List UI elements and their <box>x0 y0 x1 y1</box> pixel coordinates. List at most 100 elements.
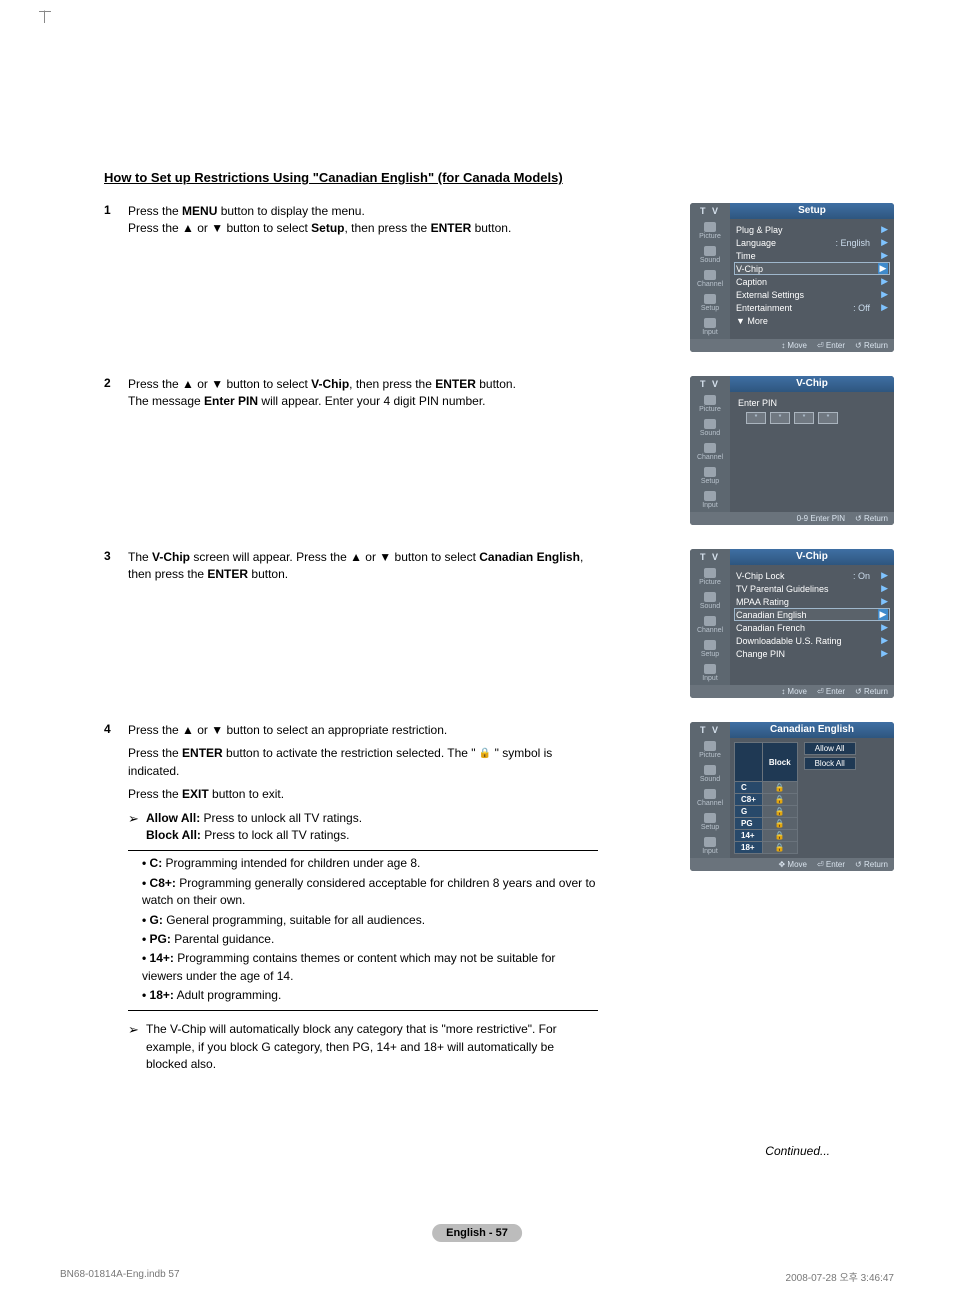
label: Entertainment <box>736 303 853 313</box>
lock-cell[interactable]: 🔒 <box>762 842 797 854</box>
pin-digit[interactable]: * <box>770 412 790 424</box>
side-channel[interactable]: Channel <box>690 267 730 291</box>
text: button to display the menu. <box>217 204 364 218</box>
return-icon: ↺ <box>855 514 862 523</box>
label: 18+: <box>150 988 174 1002</box>
row-change-pin[interactable]: Change PIN▶ <box>736 647 888 660</box>
text: Parental guidance. <box>171 932 274 946</box>
side-picture[interactable]: Picture <box>690 219 730 243</box>
row-external-settings[interactable]: External Settings▶ <box>736 288 888 301</box>
osd-canadian-english: T V Canadian English Picture Sound Chann… <box>690 722 894 871</box>
label: Return <box>864 514 888 523</box>
pin-prompt: Enter PIN <box>738 398 888 408</box>
side-input[interactable]: Input <box>690 661 730 685</box>
side-picture[interactable]: Picture <box>690 392 730 416</box>
text: The message <box>128 394 204 408</box>
block-all-button[interactable]: Block All <box>804 757 856 770</box>
pin-digit[interactable]: * <box>818 412 838 424</box>
table-row[interactable]: C🔒 <box>735 782 798 794</box>
pin-digit[interactable]: * <box>794 412 814 424</box>
side-sound[interactable]: Sound <box>690 243 730 267</box>
label: Input <box>702 502 718 509</box>
hint-move: ↕ Move <box>781 687 807 696</box>
section-heading: How to Set up Restrictions Using "Canadi… <box>104 170 894 185</box>
side-setup[interactable]: Setup <box>690 637 730 661</box>
row-mpaa[interactable]: MPAA Rating▶ <box>736 595 888 608</box>
rating-table: Block C🔒 C8+🔒 G🔒 PG🔒 14+🔒 18+🔒 <box>734 742 798 854</box>
label: Sound <box>700 430 720 437</box>
row-tv-parental[interactable]: TV Parental Guidelines▶ <box>736 582 888 595</box>
label: Plug & Play <box>736 225 878 235</box>
row-language[interactable]: Language: English▶ <box>736 236 888 249</box>
text: Press the ▲ or ▼ button to select an app… <box>128 722 598 739</box>
row-entertainment[interactable]: Entertainment: Off▶ <box>736 301 888 314</box>
side-sound[interactable]: Sound <box>690 589 730 613</box>
channel-icon <box>704 789 716 799</box>
side-setup[interactable]: Setup <box>690 464 730 488</box>
block-all-kw: Block All: <box>146 828 201 842</box>
table-row[interactable]: 14+🔒 <box>735 830 798 842</box>
pointer-icon: ➢ <box>128 1021 146 1073</box>
canadian-english-kw: Canadian English <box>479 550 580 564</box>
side-input[interactable]: Input <box>690 315 730 339</box>
label: Enter <box>826 341 845 350</box>
pointer-icon: ➢ <box>128 810 146 845</box>
step-text: Press the ▲ or ▼ button to select V-Chip… <box>128 376 598 417</box>
row-canadian-english[interactable]: Canadian English▶ <box>736 608 888 621</box>
menu-kw: MENU <box>182 204 217 218</box>
table-row[interactable]: PG🔒 <box>735 818 798 830</box>
osd-title: Canadian English <box>730 722 894 738</box>
lock-cell[interactable]: 🔒 <box>762 782 797 794</box>
label: C: <box>150 856 163 870</box>
lock-cell[interactable]: 🔒 <box>762 818 797 830</box>
return-icon: ↺ <box>855 687 862 696</box>
block-header: Block <box>762 743 797 782</box>
osd-tv-label: T V <box>690 376 730 392</box>
def-18: 18+: Adult programming. <box>142 987 598 1004</box>
chevron-right-icon: ▶ <box>878 276 888 287</box>
side-sound[interactable]: Sound <box>690 416 730 440</box>
label: Picture <box>699 406 721 413</box>
osd-sidebar: Picture Sound Channel Setup Input <box>690 738 730 858</box>
print-footer: BN68-01814A-Eng.indb 57 2008-07-28 오후 3:… <box>60 1269 894 1284</box>
side-channel[interactable]: Channel <box>690 786 730 810</box>
side-setup[interactable]: Setup <box>690 291 730 315</box>
side-channel[interactable]: Channel <box>690 613 730 637</box>
side-input[interactable]: Input <box>690 488 730 512</box>
label: Enter <box>826 687 845 696</box>
text: General programming, suitable for all au… <box>163 913 425 927</box>
side-picture[interactable]: Picture <box>690 565 730 589</box>
step-text: The V-Chip screen will appear. Press the… <box>128 549 598 590</box>
crop-mark <box>44 10 57 23</box>
row-vchip-lock[interactable]: V-Chip Lock: On▶ <box>736 569 888 582</box>
text: button to exit. <box>209 787 284 801</box>
side-input[interactable]: Input <box>690 834 730 858</box>
setup-icon <box>704 294 716 304</box>
row-more[interactable]: ▼ More <box>736 314 888 327</box>
lock-cell[interactable]: 🔒 <box>762 806 797 818</box>
pin-digit[interactable]: * <box>746 412 766 424</box>
label: Picture <box>699 579 721 586</box>
side-sound[interactable]: Sound <box>690 762 730 786</box>
pin-boxes: * * * * <box>746 412 888 424</box>
label: Return <box>864 341 888 350</box>
lock-cell[interactable]: 🔒 <box>762 830 797 842</box>
table-row[interactable]: C8+🔒 <box>735 794 798 806</box>
table-row[interactable]: 18+🔒 <box>735 842 798 854</box>
lock-cell[interactable]: 🔒 <box>762 794 797 806</box>
label: Channel <box>697 627 723 634</box>
row-vchip[interactable]: V-Chip▶ <box>736 262 888 275</box>
side-setup[interactable]: Setup <box>690 810 730 834</box>
chevron-right-icon: ▶ <box>878 609 888 620</box>
row-canadian-french[interactable]: Canadian French▶ <box>736 621 888 634</box>
table-row[interactable]: G🔒 <box>735 806 798 818</box>
side-picture[interactable]: Picture <box>690 738 730 762</box>
text: will appear. Enter your 4 digit PIN numb… <box>258 394 485 408</box>
row-downloadable-us[interactable]: Downloadable U.S. Rating▶ <box>736 634 888 647</box>
row-time[interactable]: Time▶ <box>736 249 888 262</box>
allow-all-button[interactable]: Allow All <box>804 742 856 755</box>
text: button. <box>248 567 288 581</box>
row-caption[interactable]: Caption▶ <box>736 275 888 288</box>
side-channel[interactable]: Channel <box>690 440 730 464</box>
row-plug-play[interactable]: Plug & Play▶ <box>736 223 888 236</box>
